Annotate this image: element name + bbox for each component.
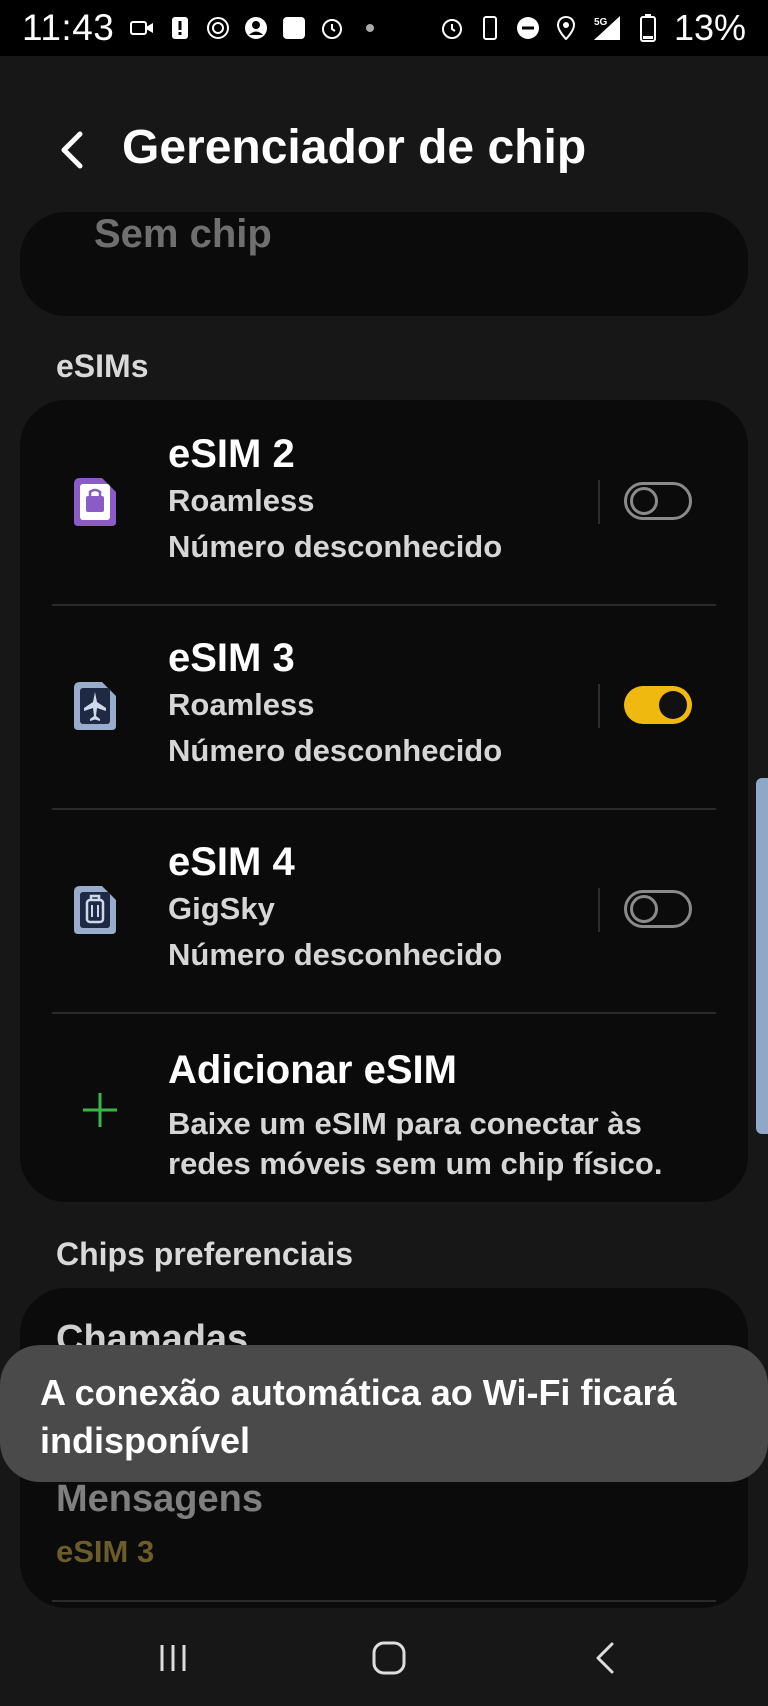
add-esim-description: Baixe um eSIM para conectar às redes móv…	[168, 1106, 663, 1181]
status-bar: 11:43 5G 13%	[0, 0, 768, 56]
messages-value: eSIM 3	[56, 1534, 155, 1569]
bag-icon	[74, 478, 116, 526]
recents-icon	[160, 1645, 186, 1671]
dot-icon	[358, 16, 382, 40]
esim-name: eSIM 2	[168, 432, 295, 476]
app-header: Gerenciador de chip	[0, 110, 768, 190]
esim-row[interactable]: eSIM 4 GigSky Número desconhecido	[20, 808, 748, 1012]
recents-button[interactable]	[148, 1636, 198, 1680]
alert-icon	[168, 16, 192, 40]
signal-icon: 5G	[592, 16, 626, 40]
sync-icon	[206, 16, 230, 40]
back-button[interactable]	[52, 128, 92, 172]
esims-card: eSIM 2 Roamless Número desconhecido eSIM…	[20, 400, 748, 1202]
airplane-icon	[74, 682, 116, 730]
add-esim-title: Adicionar eSIM	[168, 1048, 457, 1092]
page-title: Gerenciador de chip	[122, 121, 587, 174]
esim-number: Número desconhecido	[168, 529, 503, 564]
battery-icon	[639, 14, 656, 42]
esim-carrier: Roamless	[168, 483, 315, 518]
navigation-bar	[0, 1610, 768, 1706]
esim-texts: eSIM 4 GigSky Número desconhecido	[168, 838, 502, 978]
battery-percent: 13%	[673, 7, 746, 48]
suitcase-icon	[74, 886, 116, 934]
scrollbar[interactable]	[756, 778, 768, 1134]
esim-carrier: GigSky	[168, 891, 275, 926]
add-esim-row[interactable]: Adicionar eSIM Baixe um eSIM para conect…	[20, 1012, 748, 1202]
alarm-icon	[440, 16, 464, 40]
dnd-icon	[516, 16, 540, 40]
esim-number: Número desconhecido	[168, 937, 503, 972]
esim-row[interactable]: eSIM 2 Roamless Número desconhecido	[20, 400, 748, 604]
esim-number: Número desconhecido	[168, 733, 503, 768]
home-button[interactable]	[364, 1636, 414, 1680]
no-sim-card[interactable]: Sem chip	[20, 212, 748, 316]
toggle-knob	[630, 895, 658, 923]
esim-toggle[interactable]	[624, 686, 692, 724]
messages-label[interactable]: Mensagens	[56, 1478, 263, 1521]
esim-texts: eSIM 2 Roamless Número desconhecido	[168, 430, 502, 570]
alarm-icon	[320, 16, 344, 40]
account-icon	[244, 16, 268, 40]
back-arrow-icon	[61, 131, 83, 169]
toggle-knob	[630, 487, 658, 515]
phone-icon	[478, 16, 502, 40]
toggle-knob	[659, 691, 687, 719]
status-icons-left	[130, 16, 382, 40]
row-divider	[598, 684, 600, 728]
toast-message: A conexão automática ao Wi‑Fi ficará ind…	[0, 1345, 768, 1482]
row-divider	[598, 480, 600, 524]
esims-section-label: eSIMs	[56, 348, 149, 384]
preferred-section-label: Chips preferenciais	[56, 1236, 353, 1272]
esim-texts: eSIM 3 Roamless Número desconhecido	[168, 634, 502, 774]
no-sim-label: Sem chip	[94, 212, 272, 256]
video-icon	[130, 16, 154, 40]
row-divider	[598, 888, 600, 932]
svg-text:5G: 5G	[594, 17, 608, 28]
status-time: 11:43	[22, 7, 115, 48]
esim-toggle[interactable]	[624, 482, 692, 520]
nav-back-button[interactable]	[580, 1636, 630, 1680]
plus-icon	[83, 1093, 117, 1127]
esim-name: eSIM 4	[168, 840, 295, 884]
status-icons-right: 5G 13%	[440, 7, 746, 49]
esim-name: eSIM 3	[168, 636, 295, 680]
location-icon	[554, 16, 578, 40]
esim-row[interactable]: eSIM 3 Roamless Número desconhecido	[20, 604, 748, 808]
esim-carrier: Roamless	[168, 687, 315, 722]
esim-toggle[interactable]	[624, 890, 692, 928]
divider	[52, 1600, 716, 1602]
home-icon	[372, 1641, 406, 1675]
square-icon	[282, 16, 306, 40]
back-icon	[596, 1642, 614, 1674]
